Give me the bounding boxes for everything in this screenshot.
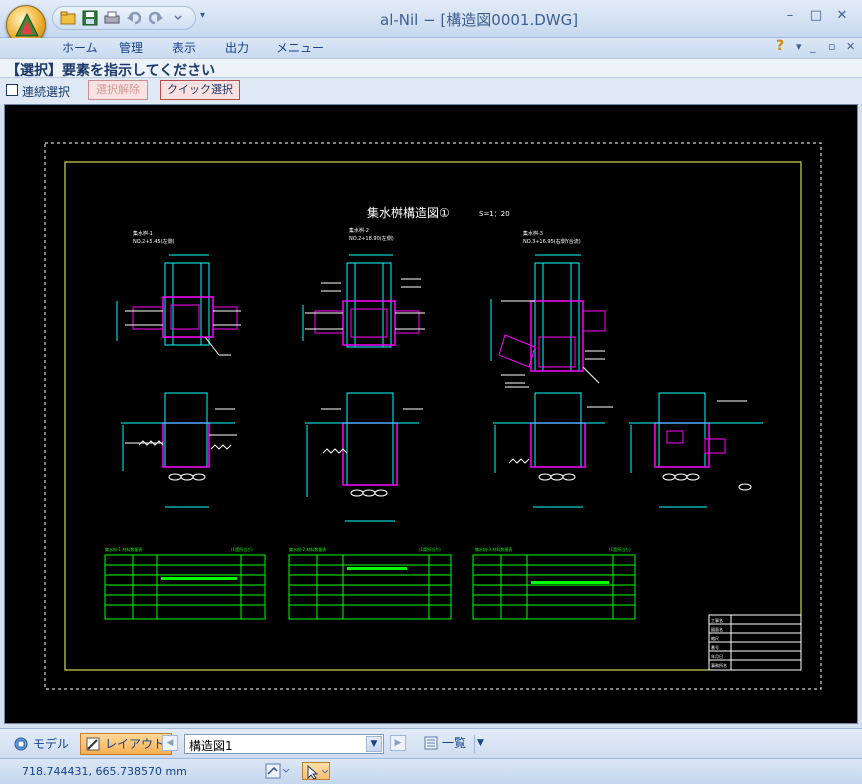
window-title: al-Nil − [構造図0001.DWG] bbox=[380, 11, 579, 29]
sheet-list-label: 一覧 bbox=[442, 736, 467, 750]
title-block-row-5: 年月日 bbox=[711, 653, 723, 659]
continuous-select-checkbox[interactable] bbox=[6, 84, 18, 96]
title-block-row-2: 図面名 bbox=[711, 626, 723, 632]
qat-expand-icon[interactable] bbox=[169, 9, 187, 27]
list-dropdown-icon[interactable]: ▼ bbox=[474, 735, 486, 753]
section-view-2 bbox=[305, 392, 423, 522]
view-label-3: 集水桝-3 bbox=[523, 230, 543, 237]
title-block: 工事名 図面名 縮尺 番号 年月日 事務所名 bbox=[708, 614, 802, 671]
menu-view[interactable]: 表示 bbox=[172, 39, 196, 56]
maximize-button[interactable]: □ bbox=[806, 8, 826, 26]
view-sublabel-2: NO.2+18.90(左側) bbox=[349, 235, 394, 242]
close-button[interactable]: ✕ bbox=[832, 8, 852, 26]
cursor-coordinates: 718.744431, 665.738570 mm bbox=[22, 765, 187, 778]
section-view-1 bbox=[121, 392, 237, 508]
title-bar: ▾ al-Nil − [構造図0001.DWG] – □ ✕ bbox=[0, 0, 862, 45]
view-sublabel-3: NO.3+16.95(右側Y合流) bbox=[523, 238, 581, 245]
canvas-frame: 集水桝構造図① S=1：20 集水桝-1 NO.2+5.45(左側) 集水桝-2… bbox=[0, 104, 862, 726]
open-folder-icon[interactable] bbox=[59, 9, 77, 27]
drawing-canvas[interactable]: 集水桝構造図① S=1：20 集水桝-1 NO.2+5.45(左側) 集水桝-2… bbox=[4, 104, 858, 724]
command-prompt: 【選択】要素を指示してください bbox=[0, 58, 862, 79]
sheet-select-dropdown-icon[interactable]: ▼ bbox=[366, 736, 382, 752]
sheet-list-button[interactable]: 一覧 bbox=[422, 733, 466, 755]
qat-customize-icon[interactable]: ▾ bbox=[200, 10, 205, 21]
help-dropdown-icon[interactable]: ▾ bbox=[796, 40, 802, 53]
layout-tab-bar: モデル レイアウト ◀ 構造図1 ▼ ▶ 一覧 ▼ bbox=[0, 728, 862, 758]
help-icon[interactable]: ? bbox=[776, 38, 784, 54]
view-label-1: 集水桝-1 bbox=[133, 230, 153, 237]
plan-view-2 bbox=[302, 254, 425, 348]
material-table-1: 集水桝-1 材料数量表 (1箇所当り) bbox=[104, 546, 266, 620]
model-tab[interactable]: モデル bbox=[8, 733, 76, 755]
menu-manage[interactable]: 管理 bbox=[119, 39, 143, 56]
drawing-border bbox=[64, 161, 802, 671]
mdi-close-button[interactable]: ✕ bbox=[846, 40, 855, 53]
list-icon bbox=[424, 736, 438, 750]
model-icon bbox=[14, 737, 28, 751]
drawing-svg: 集水桝構造図① S=1：20 集水桝-1 NO.2+5.45(左側) 集水桝-2… bbox=[44, 142, 822, 690]
mdi-restore-button[interactable]: ▫ bbox=[828, 40, 835, 53]
redo-icon[interactable] bbox=[147, 9, 165, 27]
quick-access-toolbar bbox=[52, 6, 196, 30]
menu-menu[interactable]: メニュー bbox=[276, 39, 324, 56]
table-note-1: (1箇所当り) bbox=[231, 546, 253, 552]
title-block-row-3: 縮尺 bbox=[711, 635, 719, 641]
app-logo-icon bbox=[15, 12, 39, 37]
minimize-button[interactable]: – bbox=[780, 8, 800, 26]
table-title-3: 集水桝-3 材料数量表 bbox=[475, 546, 512, 552]
next-sheet-button[interactable]: ▶ bbox=[390, 735, 406, 751]
title-block-row-6: 事務所名 bbox=[711, 662, 727, 668]
sheet-select[interactable]: 構造図1 ▼ bbox=[184, 734, 384, 754]
continuous-select-label[interactable]: 連続選択 bbox=[22, 83, 70, 100]
plan-view-3 bbox=[490, 254, 606, 384]
material-table-3: 集水桝-3 材料数量表 (1箇所当り) bbox=[472, 546, 636, 620]
prompt-text: 【選択】要素を指示してください bbox=[6, 63, 216, 79]
prev-sheet-button[interactable]: ◀ bbox=[162, 735, 178, 751]
option-bar: 連続選択 選択解除 クイック選択 bbox=[0, 78, 862, 104]
view-label-2: 集水桝-2 bbox=[349, 227, 369, 234]
title-block-row-4: 番号 bbox=[711, 644, 719, 650]
drawing-title: 集水桝構造図① bbox=[367, 205, 450, 220]
menu-bar: ホーム 管理 表示 出力 メニュー ? ▾ _ ▫ ✕ bbox=[0, 38, 862, 58]
mdi-minimize-button[interactable]: _ bbox=[810, 40, 816, 53]
layout-tab[interactable]: レイアウト bbox=[80, 733, 173, 755]
menu-output[interactable]: 出力 bbox=[225, 39, 249, 56]
quick-select-button[interactable]: クイック選択 bbox=[160, 80, 240, 100]
drawing-scale: S=1：20 bbox=[479, 210, 510, 218]
table-title-1: 集水桝-1 材料数量表 bbox=[105, 546, 142, 552]
undo-icon[interactable] bbox=[125, 9, 143, 27]
status-bar: 718.744431, 665.738570 mm bbox=[0, 758, 862, 784]
table-note-2: (1箇所当り) bbox=[419, 546, 441, 552]
deselect-button[interactable]: 選択解除 bbox=[88, 80, 148, 100]
print-icon[interactable] bbox=[103, 9, 121, 27]
snap-mode-icon[interactable] bbox=[264, 762, 292, 780]
menu-home[interactable]: ホーム bbox=[62, 39, 98, 56]
layout-tab-label: レイアウト bbox=[105, 737, 166, 751]
save-icon[interactable] bbox=[81, 9, 99, 27]
select-mode-icon[interactable] bbox=[302, 762, 330, 780]
model-tab-label: モデル bbox=[33, 737, 70, 751]
sheet-select-value: 構造図1 bbox=[189, 739, 233, 753]
section-view-3 bbox=[493, 386, 613, 508]
section-view-4 bbox=[629, 392, 763, 508]
layout-icon bbox=[86, 737, 100, 751]
table-title-2: 集水桝-2 材料数量表 bbox=[289, 546, 326, 552]
material-table-2: 集水桝-2 材料数量表 (1箇所当り) bbox=[288, 546, 452, 620]
view-sublabel-1: NO.2+5.45(左側) bbox=[133, 238, 175, 245]
table-note-3: (1箇所当り) bbox=[609, 546, 631, 552]
title-block-row-1: 工事名 bbox=[711, 617, 723, 623]
plan-view-1 bbox=[116, 254, 241, 356]
